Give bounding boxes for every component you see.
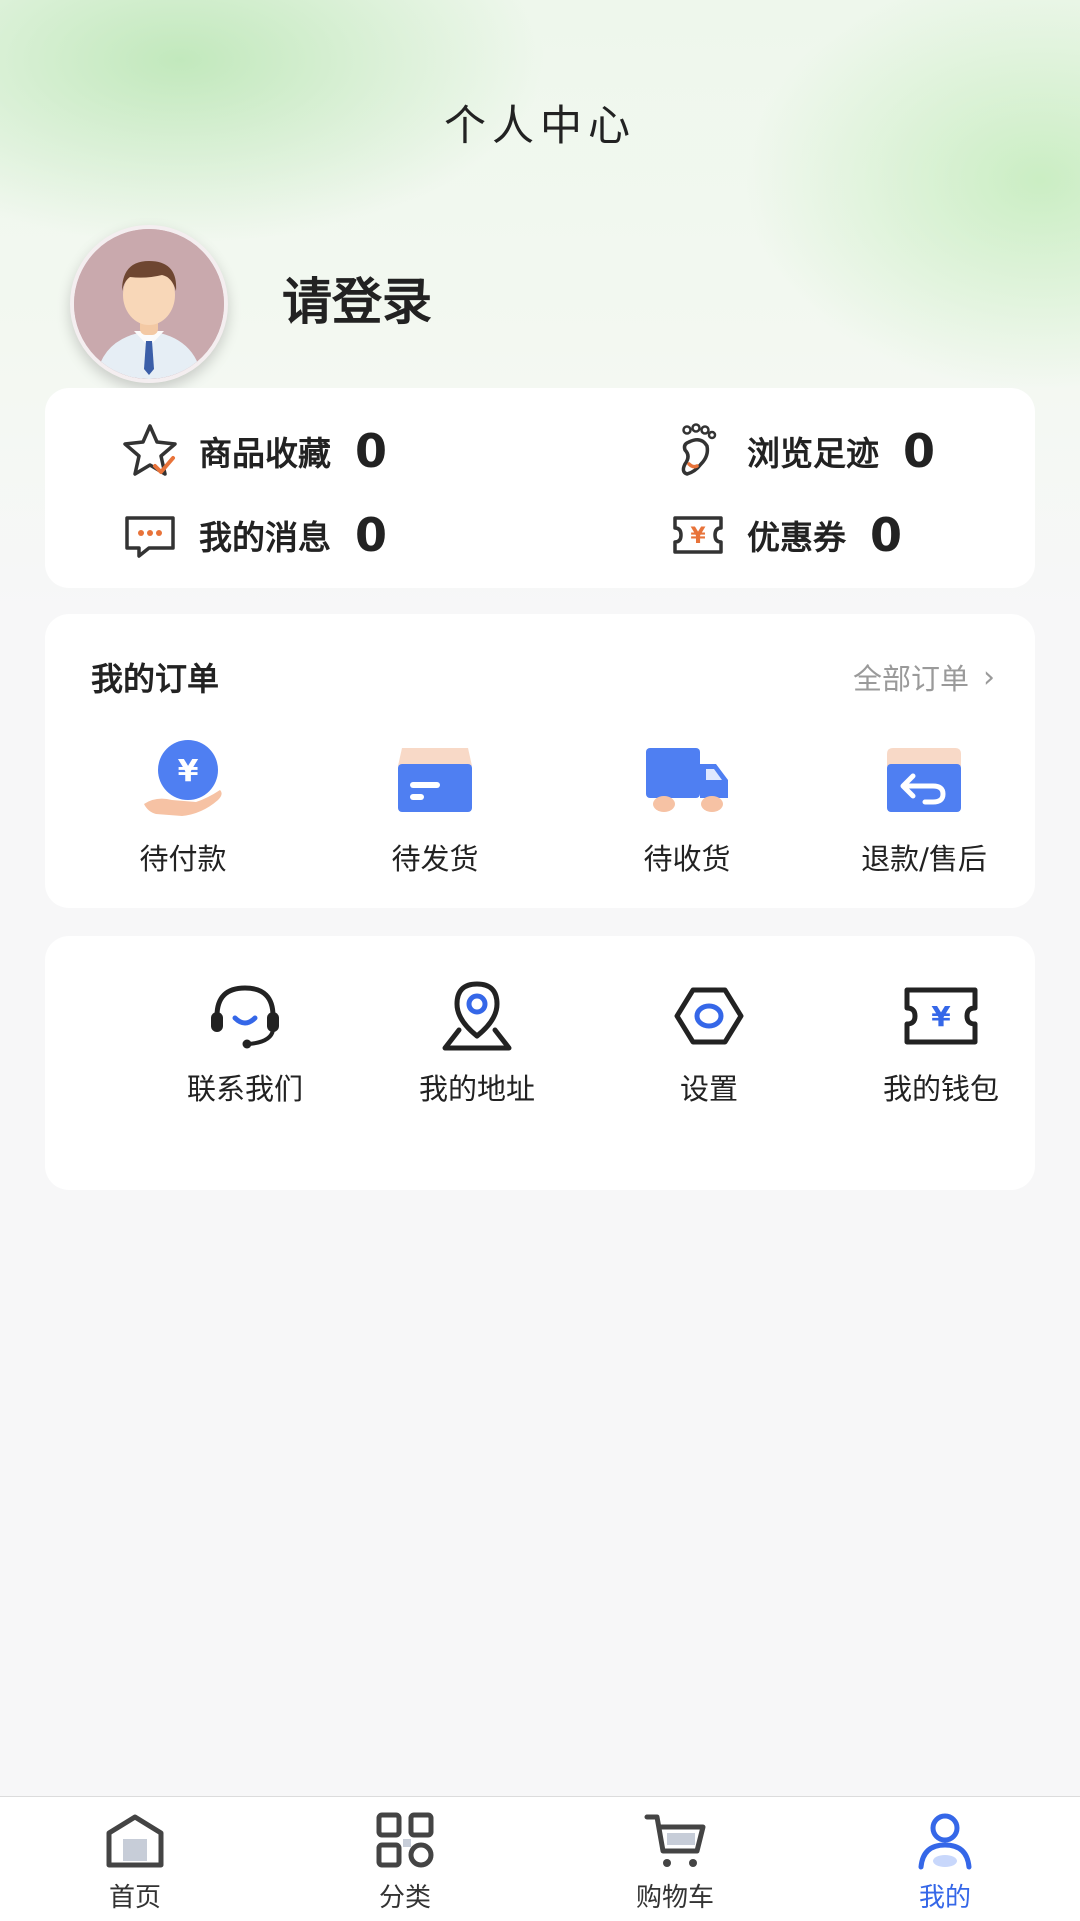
stat-value: 0	[355, 508, 388, 562]
order-refund[interactable]: 退款/售后	[819, 738, 1029, 878]
stat-footprint[interactable]: 浏览足迹 0	[667, 420, 935, 482]
tab-label: 购物车	[635, 1883, 714, 1913]
stat-value: 0	[870, 508, 903, 562]
order-label: 待付款	[139, 842, 227, 876]
wallet-icon: ¥	[901, 976, 981, 1056]
page-title: 个人中心	[443, 101, 636, 150]
stat-label: 优惠券	[747, 518, 846, 557]
order-label: 退款/售后	[861, 842, 987, 876]
stat-label: 商品收藏	[199, 434, 331, 473]
stats-card: 商品收藏 0 浏览足迹 0 我的消息 0 ¥ 优惠券 0	[45, 388, 1035, 588]
star-icon	[119, 420, 181, 482]
svg-text:¥: ¥	[690, 524, 706, 549]
orders-title: 我的订单	[91, 660, 220, 698]
tab-category[interactable]: 分类	[335, 1811, 475, 1914]
tab-cart[interactable]: 购物车	[605, 1811, 745, 1914]
order-pending-payment[interactable]: ¥ 待付款	[83, 738, 283, 878]
footprint-icon	[667, 420, 729, 482]
box-icon	[390, 738, 480, 828]
headset-icon	[205, 976, 285, 1056]
cart-icon	[643, 1811, 707, 1871]
truck-icon	[642, 738, 732, 828]
stat-favorites[interactable]: 商品收藏 0	[119, 420, 387, 482]
user-icon	[913, 1811, 977, 1871]
home-icon	[103, 1811, 167, 1871]
all-orders-label: 全部订单	[852, 662, 969, 696]
tool-my-wallet[interactable]: ¥ 我的钱包	[841, 976, 1041, 1108]
tab-label: 首页	[108, 1883, 161, 1913]
stat-value: 0	[903, 424, 936, 478]
location-icon	[437, 976, 517, 1056]
tab-label: 我的	[918, 1883, 971, 1913]
order-pending-receipt[interactable]: 待收货	[587, 738, 787, 878]
tab-mine[interactable]: 我的	[875, 1811, 1015, 1914]
order-label: 待发货	[391, 842, 479, 876]
tool-label: 设置	[679, 1072, 738, 1106]
order-pending-shipment[interactable]: 待发货	[335, 738, 535, 878]
login-prompt[interactable]: 请登录	[282, 262, 432, 334]
coupon-icon: ¥	[667, 504, 729, 566]
svg-text:¥: ¥	[931, 1000, 951, 1033]
all-orders-link[interactable]: 全部订单 ›	[853, 656, 995, 698]
tool-label: 我的地址	[418, 1072, 535, 1106]
tool-settings[interactable]: 设置	[609, 976, 809, 1108]
category-icon	[373, 1811, 437, 1871]
order-label: 待收货	[643, 842, 731, 876]
tool-my-address[interactable]: 我的地址	[377, 976, 577, 1108]
avatar-icon	[74, 229, 224, 379]
bottom-tab-bar: 首页 分类 购物车 我的	[0, 1796, 1080, 1921]
stat-value: 0	[355, 424, 388, 478]
payment-icon: ¥	[138, 738, 228, 828]
stat-label: 浏览足迹	[747, 434, 879, 473]
refund-icon	[879, 738, 969, 828]
message-icon	[119, 504, 181, 566]
tool-label: 联系我们	[186, 1072, 303, 1106]
stat-coupons[interactable]: ¥ 优惠券 0	[667, 504, 902, 566]
stat-messages[interactable]: 我的消息 0	[119, 504, 387, 566]
tab-label: 分类	[378, 1883, 431, 1913]
stat-label: 我的消息	[199, 518, 331, 557]
chevron-right-icon: ›	[983, 659, 995, 695]
avatar[interactable]	[70, 225, 228, 383]
tools-card: 联系我们 我的地址 设置 ¥ 我的钱包	[45, 936, 1035, 1190]
settings-icon	[669, 976, 749, 1056]
tool-contact-us[interactable]: 联系我们	[145, 976, 345, 1108]
orders-card: 我的订单 全部订单 › ¥ 待付款 待发货 待收货 退款/售后	[45, 614, 1035, 908]
tool-label: 我的钱包	[882, 1072, 999, 1106]
tab-home[interactable]: 首页	[65, 1811, 205, 1914]
svg-text:¥: ¥	[178, 754, 199, 789]
